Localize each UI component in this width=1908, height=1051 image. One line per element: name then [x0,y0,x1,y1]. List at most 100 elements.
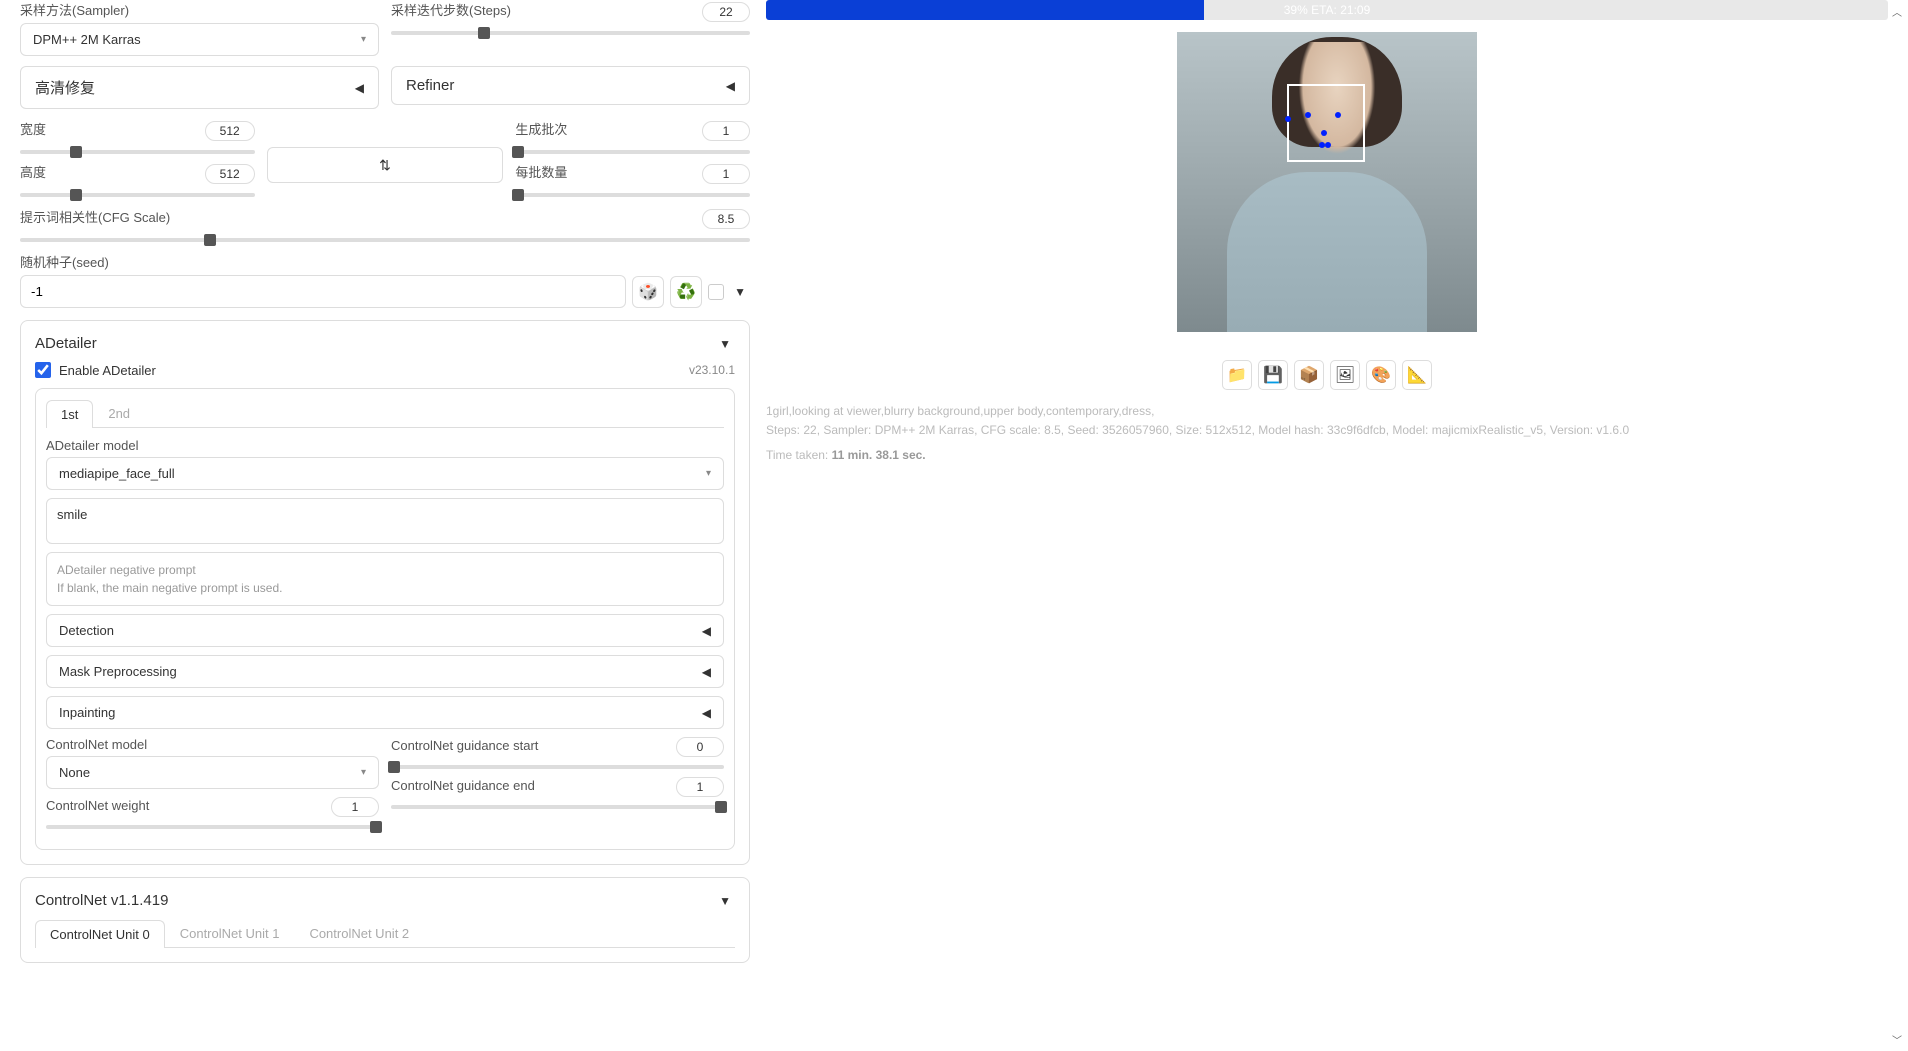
width-value[interactable]: 512 [205,121,255,141]
image-preview-area[interactable] [766,32,1888,352]
adetailer-panel: ADetailer ▼ Enable ADetailer v23.10.1 1s… [20,320,750,865]
send-to-inpaint-button[interactable]: 🎨 [1366,360,1396,390]
batch-count-slider[interactable] [515,150,750,154]
refiner-accordion[interactable]: Refiner ◀ [391,66,750,105]
extra-seed-checkbox[interactable] [708,284,724,300]
generated-image [1177,32,1477,332]
ad-prompt-textarea[interactable]: smile [46,498,724,544]
ruler-icon: 📐 [1407,365,1427,385]
batch-size-slider[interactable] [515,193,750,197]
enable-adetailer-checkbox[interactable]: Enable ADetailer [35,362,156,378]
inpaint-title: Inpainting [59,705,115,720]
triangle-left-icon: ◀ [355,81,364,95]
caret-down-icon: ▾ [706,468,711,479]
progress-bar: 39% ETA: 21:09 [766,0,1888,20]
dice-icon: 🎲 [638,282,658,302]
adetailer-tab-1st[interactable]: 1st [46,400,93,428]
height-value[interactable]: 512 [205,164,255,184]
ad-model-label: ADetailer model [46,438,724,453]
width-label: 宽度 [20,119,46,138]
cn-start-label: ControlNet guidance start [391,738,538,753]
controlnet-title: ControlNet v1.1.419 [35,892,168,909]
caret-down-icon: ▾ [361,767,366,778]
face-detection-box [1287,84,1365,162]
image-actions: 📁 💾 📦 🖼 🎨 📐 [766,360,1888,390]
ad-neg-prompt-textarea[interactable]: ADetailer negative prompt If blank, the … [46,552,724,606]
cn-model-label: ControlNet model [46,737,379,752]
seed-expand-caret[interactable]: ▼ [730,285,750,299]
open-folder-button[interactable]: 📁 [1222,360,1252,390]
refiner-title: Refiner [406,77,454,94]
hires-title: 高清修复 [35,77,95,98]
cn-end-label: ControlNet guidance end [391,778,535,793]
steps-value[interactable]: 22 [702,2,750,22]
cn-weight-slider[interactable] [46,825,379,829]
batch-count-value[interactable]: 1 [702,121,750,141]
triangle-left-icon: ◀ [702,706,711,720]
inpaint-accordion[interactable]: Inpainting ◀ [46,696,724,729]
swap-dimensions-button[interactable]: ⇅ [267,147,504,183]
cn-model-value: None [59,765,90,780]
triangle-left-icon: ◀ [726,79,735,93]
sampler-select[interactable]: DPM++ 2M Karras ▾ [20,23,379,56]
cn-weight-value[interactable]: 1 [331,797,379,817]
height-label: 高度 [20,162,46,181]
zip-button[interactable]: 📦 [1294,360,1324,390]
ad-model-select[interactable]: mediapipe_face_full ▾ [46,457,724,490]
controlnet-tab-0[interactable]: ControlNet Unit 0 [35,920,165,948]
adetailer-version: v23.10.1 [689,363,735,377]
controlnet-tab-2[interactable]: ControlNet Unit 2 [294,919,424,947]
batch-count-label: 生成批次 [515,119,567,138]
height-slider[interactable] [20,193,255,197]
batch-size-value[interactable]: 1 [702,164,750,184]
enable-adetailer-label: Enable ADetailer [59,363,156,378]
controlnet-tab-1[interactable]: ControlNet Unit 1 [165,919,295,947]
mask-title: Mask Preprocessing [59,664,177,679]
seed-input[interactable] [20,275,626,308]
cfg-slider[interactable] [20,238,750,242]
progress-text: 39% ETA: 21:09 [766,0,1888,20]
width-slider[interactable] [20,150,255,154]
send-to-extras-button[interactable]: 📐 [1402,360,1432,390]
cn-start-slider[interactable] [391,765,724,769]
ad-prompt-value: smile [57,507,87,522]
detection-accordion[interactable]: Detection ◀ [46,614,724,647]
box-icon: 📦 [1299,365,1319,385]
caret-down-icon: ▾ [361,34,366,45]
mask-accordion[interactable]: Mask Preprocessing ◀ [46,655,724,688]
scroll-up-caret[interactable]: ︿ [1892,4,1902,19]
swap-icon: ⇅ [379,157,391,174]
generation-info: 1girl,looking at viewer,blurry backgroun… [766,402,1888,440]
cfg-value[interactable]: 8.5 [702,209,750,229]
ad-model-value: mediapipe_face_full [59,466,175,481]
controlnet-panel: ControlNet v1.1.419 ▼ ControlNet Unit 0 … [20,877,750,963]
adetailer-tab-2nd[interactable]: 2nd [93,399,145,427]
scroll-down-caret[interactable]: ﹀ [1892,1032,1902,1047]
cfg-label: 提示词相关性(CFG Scale) [20,207,170,226]
sampler-value: DPM++ 2M Karras [33,32,141,47]
steps-slider[interactable] [391,31,750,35]
controlnet-collapse-caret[interactable]: ▼ [715,894,735,908]
recycle-icon: ♻️ [676,282,696,302]
palette-icon: 🎨 [1371,365,1391,385]
time-taken: Time taken: 11 min. 38.1 sec. [766,448,1888,462]
folder-icon: 📁 [1227,365,1247,385]
batch-size-label: 每批数量 [515,162,567,181]
send-to-img2img-button[interactable]: 🖼 [1330,360,1360,390]
image-icon: 🖼 [1335,365,1355,385]
seed-label: 随机种子(seed) [20,252,750,271]
cn-start-value[interactable]: 0 [676,737,724,757]
dice-button[interactable]: 🎲 [632,276,664,308]
cn-end-value[interactable]: 1 [676,777,724,797]
adetailer-collapse-caret[interactable]: ▼ [715,337,735,351]
ad-neg-placeholder: ADetailer negative prompt If blank, the … [57,561,713,597]
triangle-left-icon: ◀ [702,665,711,679]
cn-end-slider[interactable] [391,805,724,809]
steps-label: 采样迭代步数(Steps) [391,0,511,19]
recycle-button[interactable]: ♻️ [670,276,702,308]
cn-model-select[interactable]: None ▾ [46,756,379,789]
save-button[interactable]: 💾 [1258,360,1288,390]
triangle-left-icon: ◀ [702,624,711,638]
hires-accordion[interactable]: 高清修复 ◀ [20,66,379,109]
adetailer-title: ADetailer [35,335,97,352]
